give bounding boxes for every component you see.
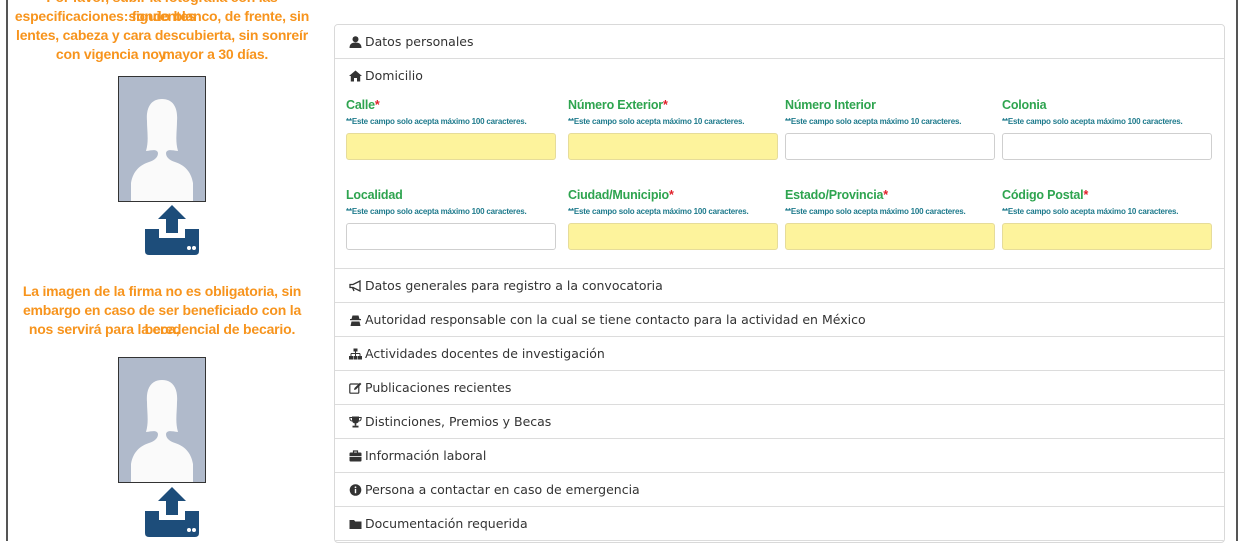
upload-photo-button[interactable] <box>145 205 199 255</box>
field-label: Estado/Provincia* <box>785 188 888 202</box>
localidad-input[interactable] <box>346 223 556 250</box>
section-informacion-laboral[interactable]: Información laboral <box>335 439 1224 473</box>
section-documentacion[interactable]: Documentación requerida <box>335 507 1224 541</box>
section-label: Datos personales <box>365 34 474 49</box>
section-label: Datos generales para registro a la convo… <box>365 278 663 293</box>
section-contacto-emergencia[interactable]: Persona a contactar en caso de emergenci… <box>335 473 1224 507</box>
user-secret-icon <box>350 315 361 326</box>
field-label: Colonia <box>1002 98 1047 112</box>
briefcase-icon <box>349 450 362 462</box>
signature-note-line-3: nos servirá para la credencial de becari… <box>28 321 296 337</box>
frame-border-right <box>1236 0 1238 541</box>
photo-instructions-line-2: especificaciones: fondo blanco, de frent… <box>14 8 310 24</box>
field-label: Código Postal* <box>1002 188 1089 202</box>
section-label: Persona a contactar en caso de emergenci… <box>365 482 640 497</box>
section-label: Distinciones, Premios y Becas <box>365 414 552 429</box>
field-hint: **Este campo solo acepta máximo 100 cara… <box>346 207 527 216</box>
numero-interior-input[interactable] <box>785 133 995 160</box>
section-label: Actividades docentes de investigación <box>365 346 605 361</box>
folder-icon <box>349 520 362 529</box>
section-publicaciones[interactable]: Publicaciones recientes <box>335 371 1224 405</box>
field-label: Calle* <box>346 98 380 112</box>
section-datos-personales[interactable]: Datos personales <box>335 25 1224 59</box>
info-circle-icon <box>349 484 362 496</box>
upload-signature-button[interactable] <box>145 487 199 537</box>
field-hint: **Este campo solo acepta máximo 10 carac… <box>1002 207 1179 216</box>
ciudad-municipio-input[interactable] <box>568 223 778 250</box>
calle-input[interactable] <box>346 133 556 160</box>
estado-provincia-input[interactable] <box>785 223 995 250</box>
section-autoridad-responsable[interactable]: Autoridad responsable con la cual se tie… <box>335 303 1224 337</box>
signature-placeholder[interactable] <box>118 357 206 483</box>
signature-note-line-1: La imagen de la firma no es obligatoria,… <box>22 283 302 299</box>
section-label: Autoridad responsable con la cual se tie… <box>365 312 866 327</box>
form-panel-group: Datos personales Domicilio Calle* **Este… <box>334 24 1225 543</box>
section-label: Documentación requerida <box>365 516 528 531</box>
colonia-input[interactable] <box>1002 133 1212 160</box>
field-hint: **Este campo solo acepta máximo 100 cara… <box>1002 117 1183 126</box>
field-hint: **Este campo solo acepta máximo 100 cara… <box>785 207 966 216</box>
sitemap-icon <box>349 348 362 360</box>
field-label: Ciudad/Municipio* <box>568 188 674 202</box>
field-hint: **Este campo solo acepta máximo 100 cara… <box>568 207 749 216</box>
bullhorn-icon <box>349 280 361 292</box>
section-distinciones[interactable]: Distinciones, Premios y Becas <box>335 405 1224 439</box>
photo-instructions-line-4: con vigencia no mayor a 30 días. <box>55 46 269 62</box>
avatar-silhouette-icon <box>131 99 193 201</box>
trophy-icon <box>349 416 362 428</box>
field-hint: **Este campo solo acepta máximo 10 carac… <box>568 117 745 126</box>
section-label: Domicilio <box>365 68 423 83</box>
field-label: Localidad <box>346 188 403 202</box>
field-hint: **Este campo solo acepta máximo 10 carac… <box>785 117 962 126</box>
section-actividades-docentes[interactable]: Actividades docentes de investigación <box>335 337 1224 371</box>
codigo-postal-input[interactable] <box>1002 223 1212 250</box>
section-domicilio[interactable]: Domicilio <box>335 59 1224 92</box>
photo-placeholder[interactable] <box>118 76 206 202</box>
field-label: Número Interior <box>785 98 876 112</box>
avatar-silhouette-icon <box>131 380 193 482</box>
section-datos-generales[interactable]: Datos generales para registro a la convo… <box>335 269 1224 303</box>
upload-icon <box>145 205 199 255</box>
frame-border-left <box>6 0 8 541</box>
field-hint: **Este campo solo acepta máximo 100 cara… <box>346 117 527 126</box>
section-label: Información laboral <box>365 448 487 463</box>
home-icon <box>349 70 362 82</box>
user-icon <box>349 36 362 48</box>
edit-icon <box>349 382 362 394</box>
photo-upload-column: Por favor, subir la fotografía con las s… <box>12 0 312 541</box>
section-label: Publicaciones recientes <box>365 380 512 395</box>
field-label: Número Exterior* <box>568 98 668 112</box>
numero-exterior-input[interactable] <box>568 133 778 160</box>
upload-icon <box>145 487 199 537</box>
